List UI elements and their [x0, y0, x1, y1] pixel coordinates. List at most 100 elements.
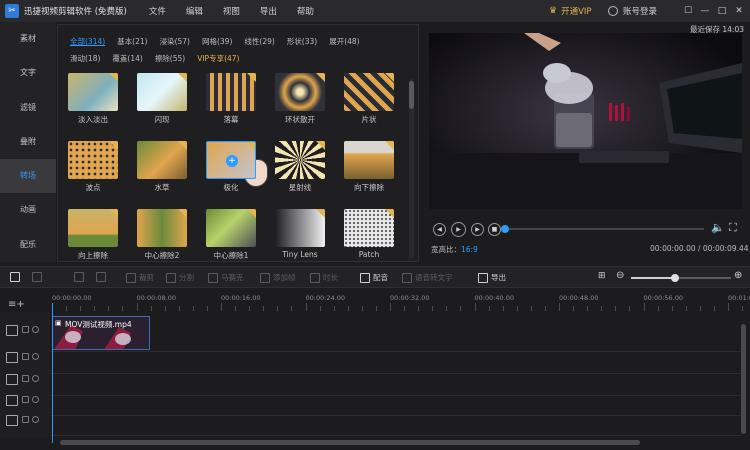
redo-button[interactable] [32, 272, 45, 282]
playback-progress[interactable] [501, 225, 704, 233]
close-icon[interactable]: ✕ [732, 4, 746, 18]
menu-export[interactable]: 导出 [260, 5, 277, 17]
sidebar-item[interactable]: 文字 [0, 56, 56, 90]
lock-icon[interactable] [22, 353, 29, 360]
menu-view[interactable]: 视图 [223, 5, 240, 17]
ruler-tick-label: 00:00:32.00 [390, 294, 430, 302]
timeline-ruler[interactable]: 00:00:00.00 00:00:08.00 00:00:16.00 00:00:2… [50, 294, 750, 312]
export-button[interactable]: 导出 [478, 272, 506, 283]
tab-transition-category[interactable]: 浸染(57) [160, 37, 190, 46]
maximize-icon[interactable]: □ [715, 4, 729, 18]
sidebar-item[interactable]: 素材 [0, 22, 56, 56]
timeline-hscroll[interactable] [60, 440, 640, 445]
tab-transition-category[interactable]: 擦除(55) [155, 54, 185, 63]
lock-icon[interactable] [22, 375, 29, 382]
lock-icon[interactable] [22, 396, 29, 403]
fullscreen-icon[interactable]: ⛶ [729, 221, 737, 235]
play-icon[interactable]: ▶ [451, 222, 466, 237]
sidebar-item[interactable]: 配乐 [0, 228, 56, 262]
redo-icon [32, 272, 42, 282]
timeline-vscroll[interactable] [741, 324, 746, 434]
next-frame-icon[interactable]: ▶ [471, 223, 484, 236]
video-track[interactable] [50, 312, 742, 352]
fit-icon[interactable]: ⊞ [598, 271, 606, 281]
prev-frame-icon[interactable]: ◀ [433, 223, 446, 236]
aspect-ratio[interactable]: 宽高比：16:9 [431, 244, 478, 255]
tab-transition-category[interactable]: 滑动(18) [70, 54, 100, 63]
login-button[interactable]: 账号登录 [608, 5, 657, 17]
feedback-icon[interactable]: ☐ [681, 4, 695, 18]
lock-icon[interactable] [22, 416, 29, 423]
volume-icon[interactable]: 🔈 [711, 221, 725, 234]
menu-help[interactable]: 帮助 [297, 5, 314, 17]
tab-transition-category[interactable]: 覆盖(14) [112, 54, 142, 63]
add-transition-icon[interactable]: + [226, 155, 238, 167]
transition-thumbnail[interactable] [137, 209, 187, 247]
transition-thumbnail[interactable] [275, 73, 325, 111]
tab-transition-category[interactable]: 展开(48) [329, 37, 359, 46]
menu-file[interactable]: 文件 [149, 5, 166, 17]
tab-transition-category[interactable]: VIP专享(47) [197, 54, 239, 63]
speech-text-button[interactable]: 语音转文字 [402, 272, 453, 283]
zoom-out-icon[interactable]: ⊖ [616, 270, 624, 281]
add-track-icon[interactable]: ≡+ [8, 299, 25, 310]
minimize-icon[interactable]: — [698, 4, 712, 18]
transition-thumbnail[interactable] [206, 73, 256, 111]
delete-button[interactable] [96, 272, 109, 282]
eye-icon[interactable] [32, 416, 39, 423]
music-track[interactable] [50, 416, 742, 436]
video-clip[interactable]: ▣ MOV测试视频.mp4 [52, 316, 150, 350]
transition-thumbnail[interactable] [137, 141, 187, 179]
eye-icon[interactable] [32, 353, 39, 360]
split-button[interactable]: 分割 [166, 272, 194, 283]
menu-edit[interactable]: 编辑 [186, 5, 203, 17]
pip-track[interactable] [50, 352, 742, 374]
tab-transition-category[interactable]: 线性(29) [244, 37, 274, 46]
audio-track[interactable] [50, 374, 742, 396]
mic-button[interactable]: 配音 [360, 272, 388, 283]
crop-button[interactable]: 裁剪 [126, 272, 154, 283]
sidebar-item[interactable]: 动画 [0, 193, 56, 227]
playhead[interactable] [52, 303, 53, 443]
transition-thumbnail[interactable] [344, 141, 394, 179]
timeline-zoom[interactable]: ⊞ ⊖ ⊕ [598, 270, 744, 283]
sidebar-item[interactable]: 转场 [0, 159, 56, 194]
progress-knob[interactable] [501, 225, 509, 233]
tab-transition-category[interactable]: 形状(33) [287, 37, 317, 46]
transition-thumbnail[interactable] [344, 209, 394, 247]
zoom-knob[interactable] [671, 274, 679, 282]
vip-button[interactable]: ♛ 开通VIP [549, 5, 592, 17]
panel-scrollbar[interactable] [409, 79, 414, 259]
eye-icon[interactable] [32, 375, 39, 382]
zoom-in-icon[interactable]: ⊕ [734, 270, 742, 281]
transition-thumbnail[interactable] [344, 73, 394, 111]
mosaic-button[interactable]: 马赛克 [208, 272, 244, 283]
eye-icon[interactable] [32, 326, 39, 333]
panel-scroll-thumb[interactable] [409, 81, 414, 109]
transition-thumbnail[interactable] [275, 141, 325, 179]
transition-thumbnail[interactable] [275, 209, 325, 247]
transition-thumbnail[interactable] [206, 209, 256, 247]
ruler-tick [699, 306, 701, 311]
tab-transition-category[interactable]: 全部(314) [70, 37, 105, 46]
copy-button[interactable] [74, 272, 87, 282]
toolbar-label: 分割 [179, 273, 194, 282]
transition-thumbnail[interactable] [137, 73, 187, 111]
eye-icon[interactable] [32, 396, 39, 403]
tab-transition-category[interactable]: 基本(21) [117, 37, 147, 46]
transition-thumbnail[interactable] [68, 141, 118, 179]
transition-thumbnail[interactable]: + [206, 141, 256, 179]
sidebar-item[interactable]: 叠附 [0, 125, 56, 159]
addframe-button[interactable]: 添加帧 [260, 272, 296, 283]
lock-icon[interactable] [22, 326, 29, 333]
sidebar-item[interactable]: 滤镜 [0, 91, 56, 125]
transition-label: 中心擦除1 [213, 251, 249, 260]
stop-icon[interactable]: ■ [488, 223, 501, 236]
text-track[interactable] [50, 396, 742, 416]
delete-icon [96, 272, 106, 282]
transition-thumbnail[interactable] [68, 209, 118, 247]
transition-thumbnail[interactable] [68, 73, 118, 111]
tab-transition-category[interactable]: 网格(39) [202, 37, 232, 46]
undo-button[interactable] [10, 272, 23, 282]
duration-button[interactable]: 时长 [310, 272, 338, 283]
